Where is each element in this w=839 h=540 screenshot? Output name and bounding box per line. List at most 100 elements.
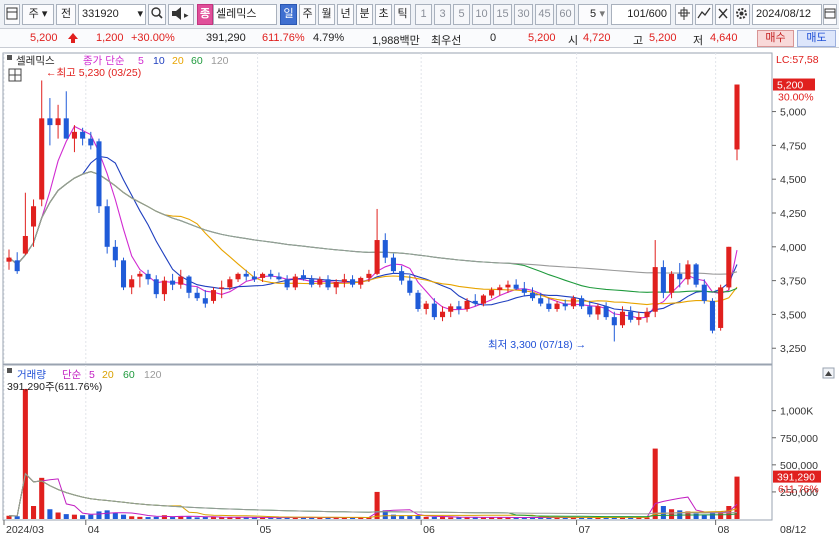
volume-tick-label: 750,000 [780,433,818,445]
candle-body [603,306,609,318]
search-icon[interactable] [148,4,166,25]
candle-body [423,303,429,310]
interval-45[interactable]: 45 [535,4,554,25]
tab-year[interactable]: 년 [337,4,354,25]
volume-tick-label: 1,000K [780,406,813,418]
candle-body [415,292,421,310]
candle-body [472,300,478,304]
price-tick-label: 4,500 [780,174,806,186]
candle-body [251,276,257,280]
tab-tick[interactable]: 틱 [394,4,411,25]
volume-bar [660,506,666,519]
candle-body [619,311,626,326]
candle-body [366,273,372,278]
trend-tool-icon[interactable] [695,4,713,25]
tab-month[interactable]: 월 [318,4,335,25]
candle-body [374,240,380,274]
interval-30[interactable]: 30 [514,4,533,25]
buy-button[interactable]: 매수 [757,30,794,47]
volume-bar [153,516,159,519]
candle-body [71,131,77,139]
interval-60[interactable]: 60 [556,4,575,25]
best-price: 5,200 [528,32,556,44]
interval-1[interactable]: 1 [415,4,432,25]
candle-body [292,276,298,288]
candle-body [219,287,225,289]
quote-bar: 5,200 1,200 +30.00% 391,290 611.76% 4.79… [0,29,839,48]
volume-legend-ma-20: 20 [102,369,114,381]
volume-legend-ma-120: 120 [144,369,162,381]
interval-value: 5 [589,8,597,20]
market-prefix[interactable]: 전 [56,4,76,25]
volume-bar [104,510,110,519]
candle-body [170,280,176,285]
candle-body [202,298,208,304]
candle-body [685,264,691,280]
grid-toggle-icon[interactable] [8,68,22,82]
candle-body [521,288,527,293]
bar-count-field[interactable]: 101/600 [611,4,671,25]
interval-10[interactable]: 10 [472,4,491,25]
layout-icon[interactable] [4,4,20,25]
low-note: 최저 3,300 (07/18) → [488,339,586,351]
tab-second[interactable]: 초 [375,4,392,25]
legend-ma-5: 5 [138,55,144,67]
crosshair-icon[interactable] [675,4,693,25]
candle-body [153,279,159,295]
candle-body [284,279,290,288]
volume-bar [693,513,699,519]
price-tick-label: 3,750 [780,276,806,288]
candle-body [333,281,339,288]
volume-bar [137,516,143,519]
candle-body [80,131,86,139]
candle-body [120,260,127,288]
candle-body [309,279,315,285]
low-label: 저 [693,35,704,47]
volume-bar [22,389,28,519]
price-tick-label: 4,000 [780,242,806,254]
candle-body [709,300,715,331]
tab-day[interactable]: 일 [280,4,297,25]
candle-body [595,306,601,315]
volume-bar [31,506,37,519]
volume-value-line: 391,290주(611.76%) [7,381,102,393]
interval-15[interactable]: 15 [493,4,512,25]
chart-canvas[interactable]: 5,000 4,750 4,500 4,250 4,000 3,750 3,500 3,250… [0,49,839,540]
month-label: 2024/03 [6,524,44,536]
candle-body [718,287,724,328]
volume-bar [456,517,462,519]
calendar-icon[interactable] [823,4,837,25]
candle-body [546,303,552,310]
candle-body [734,84,740,150]
open-label: 시 [568,35,579,47]
candle-body [55,118,61,126]
close-icon[interactable] [715,4,731,25]
sound-icon[interactable]: ▸ [168,4,194,25]
period-label: 주 [28,8,39,20]
gear-icon[interactable] [733,4,750,25]
stock-code-input[interactable]: 331920 ▾ [78,4,146,25]
interval-5[interactable]: 5 [453,4,470,25]
candle-body [382,240,388,258]
date-field[interactable]: 2024/08/12 [752,4,822,25]
volume-bar [431,516,437,519]
stock-name[interactable]: 셀레믹스 [213,4,277,25]
candle-body [145,273,151,280]
candle-body [325,279,331,288]
tab-minute[interactable]: 분 [356,4,373,25]
high-price: 5,200 [649,32,677,44]
candle-body [47,118,53,126]
month-label: 05 [260,524,272,536]
collapse-up-icon[interactable] [822,367,835,379]
interval-3[interactable]: 3 [434,4,451,25]
price-tick-label: 4,750 [780,140,806,152]
interval-select[interactable]: 5 ▾ [578,4,608,25]
tab-week[interactable]: 주 [299,4,316,25]
panel-handle-icon[interactable] [7,55,12,60]
sell-button[interactable]: 매도 [797,30,836,47]
open-price: 4,720 [583,32,611,44]
chart-area[interactable]: 5,000 4,750 4,500 4,250 4,000 3,750 3,500 3,250… [0,49,839,540]
volume-bar [71,514,77,519]
volume-handle-icon[interactable] [7,368,12,373]
period-select[interactable]: 주 ▾ [22,4,54,25]
